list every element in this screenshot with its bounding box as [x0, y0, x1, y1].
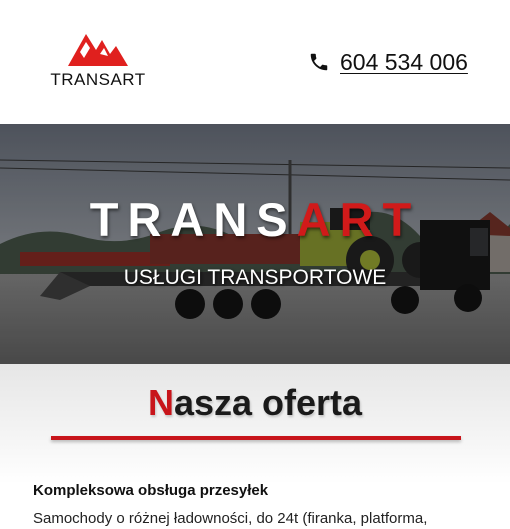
offer-heading-divider — [51, 436, 461, 440]
offer-heading: Nasza oferta — [0, 382, 510, 424]
transart-logo-icon — [68, 34, 128, 66]
hero-banner: TRANSART USŁUGI TRANSPORTOWE — [0, 124, 510, 364]
phone-icon — [310, 53, 328, 71]
hero-subtitle: USŁUGI TRANSPORTOWE — [123, 266, 387, 289]
phone-contact[interactable]: 604 534 006 — [308, 46, 468, 78]
hero-title-prefix: TRANS — [89, 193, 297, 246]
offer-heading-first-letter: N — [147, 382, 174, 423]
offer-heading-rest: asza oferta — [173, 382, 363, 423]
phone-number-link[interactable]: 604 534 006 — [340, 49, 468, 76]
hero-title: TRANSART — [0, 192, 510, 247]
offer-item-title: Kompleksowa obsługa przesyłek — [33, 482, 269, 499]
offer-section: Nasza oferta Kompleksowa obsługa przesył… — [0, 364, 510, 529]
logo-text: TRANSART — [50, 70, 146, 89]
offer-item-description: Samochody o różnej ładowności, do 24t (f… — [33, 510, 428, 527]
hero-title-highlight: ART — [296, 193, 421, 246]
site-header: TRANSART 604 534 006 — [0, 0, 510, 124]
brand-logo[interactable]: TRANSART — [50, 26, 146, 90]
